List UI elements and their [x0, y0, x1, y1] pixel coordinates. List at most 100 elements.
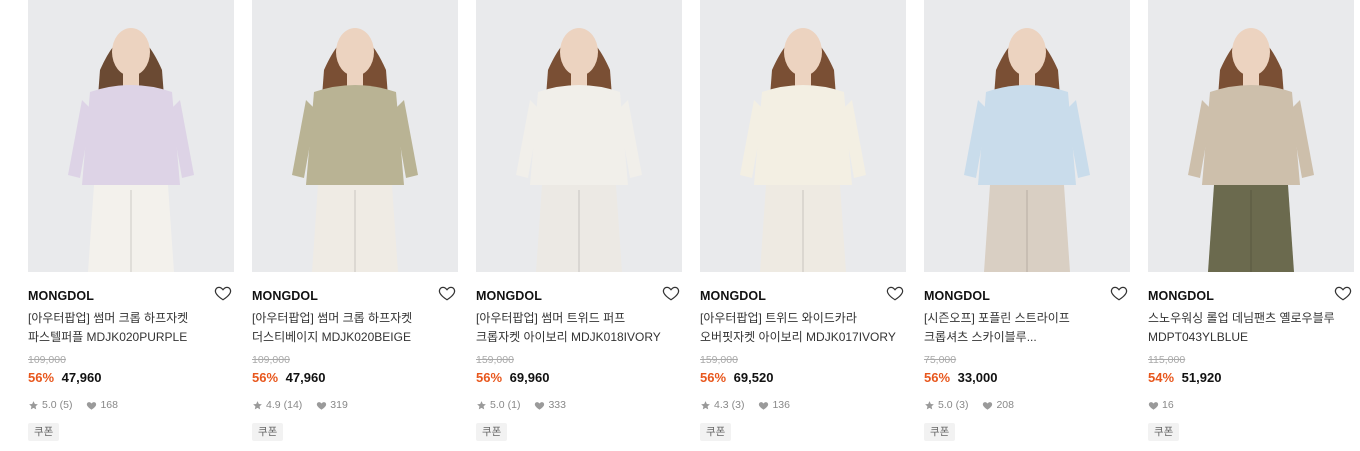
- review-count: (3): [731, 399, 745, 411]
- wishlist-heart-icon[interactable]: [438, 284, 458, 304]
- discount-rate: 56%: [924, 370, 951, 385]
- product-card-6[interactable]: MONGDOL 스노우워싱 롤업 데님팬츠 옐로우블루 MDPT043YLBLU…: [1148, 0, 1354, 451]
- like-heart-icon: [87, 401, 97, 410]
- discount-rate: 56%: [700, 370, 727, 385]
- rating-value: 5.0: [490, 399, 505, 411]
- product-image[interactable]: [1148, 0, 1354, 272]
- product-name[interactable]: [시즌오프] 포플린 스트라이프 크롭셔츠 스카이블루...: [924, 309, 1130, 347]
- original-price: 159,000: [700, 354, 738, 366]
- like-heart-icon: [535, 401, 545, 410]
- like-count: 208: [996, 399, 1014, 411]
- rating-group: 5.0 (1): [476, 399, 531, 411]
- product-name-line-2[interactable]: 파스텔퍼플 MDJK020PURPLE: [28, 328, 234, 347]
- sale-price: 47,960: [285, 370, 326, 385]
- wishlist-heart-icon[interactable]: [214, 284, 234, 304]
- product-name-line-2[interactable]: MDPT043YLBLUE: [1148, 328, 1354, 347]
- product-name-line-1[interactable]: [아우터팝업] 트위드 와이드카라: [700, 309, 906, 328]
- rating-value: 5.0: [42, 399, 57, 411]
- rating-value: 4.9: [266, 399, 281, 411]
- wishlist-heart-icon[interactable]: [1110, 284, 1130, 304]
- discount-rate: 56%: [28, 370, 55, 385]
- product-name-line-1[interactable]: [아우터팝업] 썸머 크롭 하프자켓: [252, 309, 458, 328]
- sale-price: 69,520: [733, 370, 774, 385]
- coupon-badge: 쿠폰: [1148, 423, 1180, 441]
- star-icon: [701, 400, 710, 409]
- product-meta: 4.9 (14) 319: [252, 399, 348, 411]
- original-price: 109,000: [28, 354, 66, 366]
- coupon-badge: 쿠폰: [700, 423, 732, 441]
- review-count: (1): [507, 399, 521, 411]
- product-card-3[interactable]: MONGDOL [아우터팝업] 썸머 트위드 퍼프 크롭자켓 아이보리 MDJK…: [476, 0, 682, 451]
- sale-price: 33,000: [957, 370, 998, 385]
- product-meta: 5.0 (1) 333: [476, 399, 566, 411]
- price-row: 56% 47,960: [28, 370, 101, 385]
- like-count: 333: [548, 399, 566, 411]
- brand-name[interactable]: MONGDOL: [28, 289, 94, 303]
- price-row: 56% 69,520: [700, 370, 773, 385]
- like-heart-icon: [317, 401, 327, 410]
- product-name-line-2[interactable]: 오버핏자켓 아이보리 MDJK017IVORY: [700, 328, 906, 347]
- star-icon: [29, 400, 38, 409]
- wishlist-heart-icon[interactable]: [1334, 284, 1354, 304]
- product-name-line-1[interactable]: [아우터팝업] 썸머 크롭 하프자켓: [28, 309, 234, 328]
- product-card-5[interactable]: MONGDOL [시즌오프] 포플린 스트라이프 크롭셔츠 스카이블루... 7…: [924, 0, 1130, 451]
- coupon-badge: 쿠폰: [252, 423, 284, 441]
- price-row: 56% 47,960: [252, 370, 325, 385]
- original-price: 109,000: [252, 354, 290, 366]
- brand-name[interactable]: MONGDOL: [1148, 289, 1214, 303]
- product-name[interactable]: [아우터팝업] 썸머 크롭 하프자켓 더스티베이지 MDJK020BEIGE: [252, 309, 458, 347]
- review-count: (5): [59, 399, 73, 411]
- product-image[interactable]: [28, 0, 234, 272]
- product-name-line-1[interactable]: 스노우워싱 롤업 데님팬츠 옐로우블루: [1148, 309, 1354, 328]
- product-name[interactable]: 스노우워싱 롤업 데님팬츠 옐로우블루 MDPT043YLBLUE: [1148, 309, 1354, 347]
- product-name[interactable]: [아우터팝업] 트위드 와이드카라 오버핏자켓 아이보리 MDJK017IVOR…: [700, 309, 906, 347]
- price-row: 56% 33,000: [924, 370, 997, 385]
- product-meta: 16: [1148, 399, 1174, 411]
- product-card-4[interactable]: MONGDOL [아우터팝업] 트위드 와이드카라 오버핏자켓 아이보리 MDJ…: [700, 0, 906, 451]
- product-image[interactable]: [700, 0, 906, 272]
- price-row: 54% 51,920: [1148, 370, 1221, 385]
- star-icon: [253, 400, 262, 409]
- brand-name[interactable]: MONGDOL: [476, 289, 542, 303]
- product-name-line-2[interactable]: 더스티베이지 MDJK020BEIGE: [252, 328, 458, 347]
- product-name-line-2[interactable]: 크롭셔츠 스카이블루...: [924, 328, 1130, 347]
- coupon-badge: 쿠폰: [476, 423, 508, 441]
- brand-name[interactable]: MONGDOL: [700, 289, 766, 303]
- product-name-line-1[interactable]: [아우터팝업] 썸머 트위드 퍼프: [476, 309, 682, 328]
- like-count: 319: [330, 399, 348, 411]
- rating-value: 5.0: [938, 399, 953, 411]
- like-count: 16: [1162, 399, 1174, 411]
- product-name[interactable]: [아우터팝업] 썸머 크롭 하프자켓 파스텔퍼플 MDJK020PURPLE: [28, 309, 234, 347]
- original-price: 115,000: [1148, 354, 1186, 366]
- wishlist-heart-icon[interactable]: [662, 284, 682, 304]
- rating-group: 5.0 (3): [924, 399, 979, 411]
- discount-rate: 54%: [1148, 370, 1175, 385]
- product-name-line-1[interactable]: [시즌오프] 포플린 스트라이프: [924, 309, 1130, 328]
- product-meta: 5.0 (3) 208: [924, 399, 1014, 411]
- product-image[interactable]: [476, 0, 682, 272]
- like-count: 136: [772, 399, 790, 411]
- like-heart-icon: [983, 401, 993, 410]
- product-meta: 4.3 (3) 136: [700, 399, 790, 411]
- product-meta: 5.0 (5) 168: [28, 399, 118, 411]
- sale-price: 47,960: [61, 370, 102, 385]
- rating-group: 4.3 (3): [700, 399, 755, 411]
- rating-group: 4.9 (14): [252, 399, 313, 411]
- star-icon: [925, 400, 934, 409]
- product-name[interactable]: [아우터팝업] 썸머 트위드 퍼프 크롭자켓 아이보리 MDJK018IVORY: [476, 309, 682, 347]
- product-image[interactable]: [924, 0, 1130, 272]
- product-card-1[interactable]: MONGDOL [아우터팝업] 썸머 크롭 하프자켓 파스텔퍼플 MDJK020…: [28, 0, 234, 451]
- review-count: (3): [955, 399, 969, 411]
- original-price: 75,000: [924, 354, 957, 366]
- brand-name[interactable]: MONGDOL: [924, 289, 990, 303]
- product-card-2[interactable]: MONGDOL [아우터팝업] 썸머 크롭 하프자켓 더스티베이지 MDJK02…: [252, 0, 458, 451]
- star-icon: [477, 400, 486, 409]
- wishlist-heart-icon[interactable]: [886, 284, 906, 304]
- brand-name[interactable]: MONGDOL: [252, 289, 318, 303]
- product-image[interactable]: [252, 0, 458, 272]
- rating-group: 5.0 (5): [28, 399, 83, 411]
- price-row: 56% 69,960: [476, 370, 549, 385]
- product-name-line-2[interactable]: 크롭자켓 아이보리 MDJK018IVORY: [476, 328, 682, 347]
- discount-rate: 56%: [252, 370, 279, 385]
- sale-price: 51,920: [1181, 370, 1222, 385]
